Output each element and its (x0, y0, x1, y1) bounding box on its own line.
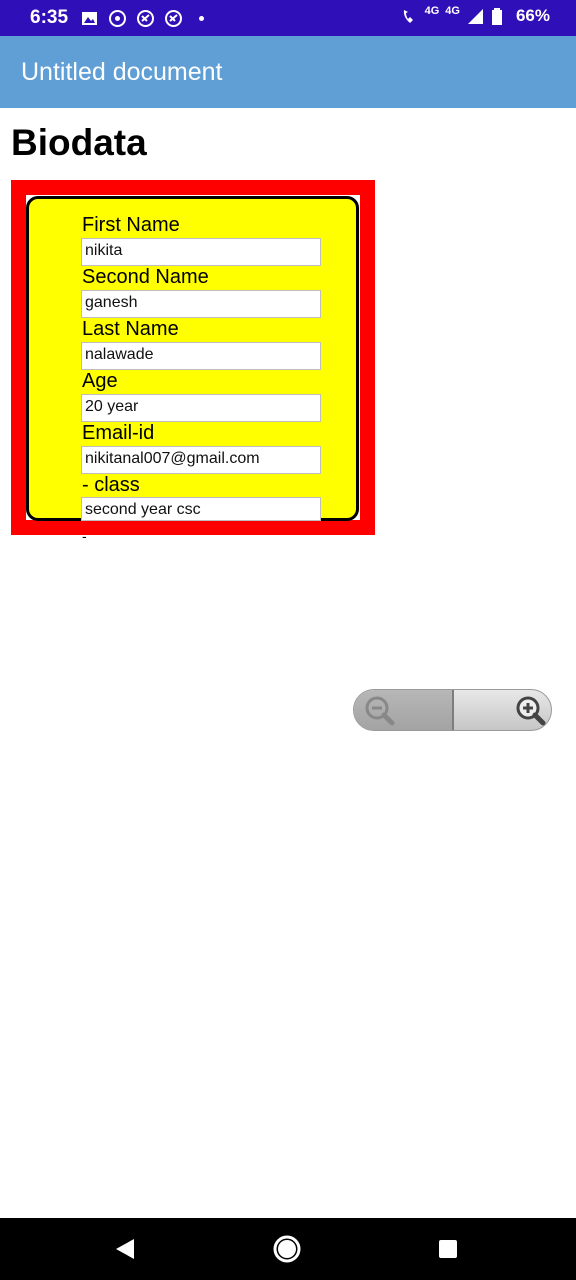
app-icon (136, 9, 155, 28)
recents-icon[interactable] (438, 1239, 458, 1264)
app-bar: Untitled document (0, 36, 576, 108)
status-bar: 6:35 4G 4G 66% (0, 0, 576, 36)
image-icon (80, 9, 99, 28)
zoom-in-icon (515, 695, 547, 730)
zoom-out-button[interactable] (354, 690, 454, 730)
wifi-call-icon (400, 7, 419, 26)
notification-icons (80, 9, 211, 28)
battery-icon (491, 7, 510, 26)
second-name-label: Second Name (82, 266, 209, 288)
first-name-input[interactable]: nikita (81, 238, 321, 266)
status-time: 6:35 (30, 7, 69, 28)
back-icon[interactable] (114, 1237, 136, 1266)
second-name-input[interactable]: ganesh (81, 290, 321, 318)
last-name-label: Last Name (82, 318, 179, 340)
zoom-control (353, 689, 552, 731)
first-name-label: First Name (82, 214, 180, 236)
email-input[interactable]: nikitanal007@gmail.com (81, 446, 321, 474)
trailing-mark: - (82, 528, 87, 544)
whatsapp-icon (108, 9, 127, 28)
page-title: Biodata (11, 122, 147, 163)
class-label: - class (82, 474, 140, 496)
battery-percent: 66% (515, 6, 550, 25)
signal-icon (466, 7, 485, 26)
email-label: Email-id (82, 422, 155, 444)
document-title: Untitled document (21, 58, 223, 86)
zoom-out-icon (364, 695, 396, 730)
system-icons: 4G 4G 66% (400, 5, 550, 26)
zoom-in-button[interactable] (454, 690, 551, 730)
app-icon (164, 9, 183, 28)
class-input[interactable]: second year csc (81, 497, 321, 521)
last-name-input[interactable]: nalawade (81, 342, 321, 370)
dot-icon (192, 9, 211, 28)
network-small-label: 4G (424, 5, 440, 17)
network-label: 4G (445, 5, 460, 17)
age-input[interactable]: 20 year (81, 394, 321, 422)
home-icon[interactable] (272, 1234, 302, 1269)
age-label: Age (82, 370, 118, 392)
navigation-bar (0, 1218, 576, 1280)
